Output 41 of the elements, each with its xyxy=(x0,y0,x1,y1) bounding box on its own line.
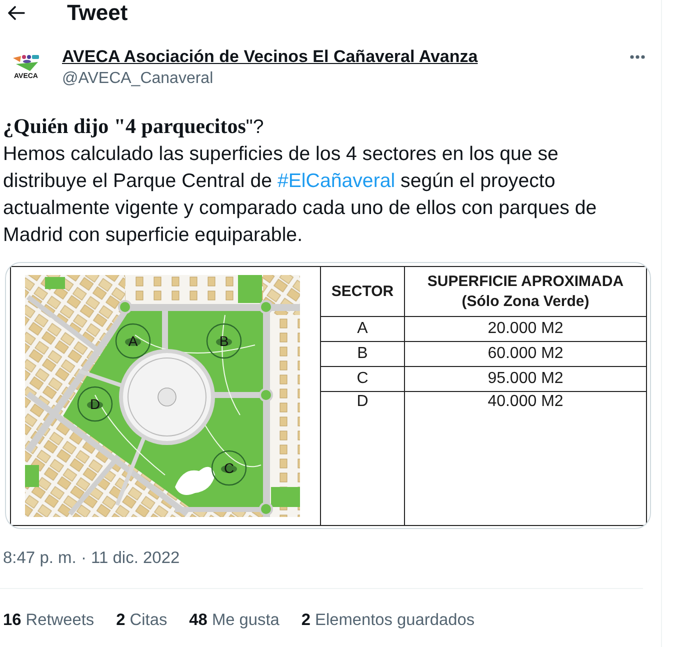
lawn-patch xyxy=(45,277,65,289)
lawn-patch xyxy=(271,487,300,507)
more-icon[interactable] xyxy=(630,55,645,59)
lawn-patch xyxy=(238,275,262,303)
sector-circle xyxy=(115,323,151,359)
author-handle: @AVECA_Canaveral xyxy=(62,69,214,89)
sector-label: B xyxy=(219,333,229,349)
table-cell: 95.000 M2 xyxy=(404,366,646,392)
table-cell: 20.000 M2 xyxy=(404,316,646,342)
sector-label: D xyxy=(90,396,100,412)
sector-label: A xyxy=(128,333,138,349)
stat-link[interactable]: 2 Citas xyxy=(116,609,168,631)
page-title: Tweet xyxy=(67,0,128,25)
timestamp-link[interactable]: 8:47 p. m. · 11 dic. 2022 xyxy=(3,547,180,569)
table-cell: D xyxy=(321,392,404,525)
table-cell: 60.000 M2 xyxy=(404,342,646,366)
table-cell: C xyxy=(321,366,404,392)
stat-link[interactable]: 2 Elementos guardados xyxy=(301,609,475,631)
back-arrow-icon[interactable] xyxy=(7,6,25,20)
lawn-patch xyxy=(25,465,39,487)
table-cell: 40.000 M2 xyxy=(404,392,646,525)
logo-icon xyxy=(12,54,40,72)
table-cell: B xyxy=(321,342,404,366)
column-header: SECTOR xyxy=(321,267,404,316)
column-header: SUPERFICIE APROXIMADA (Sólo Zona Verde) xyxy=(404,267,646,316)
pond xyxy=(175,466,215,495)
sector-circle xyxy=(77,386,113,422)
sector-circle xyxy=(206,323,242,359)
table-cell: A xyxy=(321,316,404,342)
tweet-headline: ¿Quién dijo "4 parquecitos"? xyxy=(3,113,265,140)
sector-circle xyxy=(211,450,247,486)
stat-link[interactable]: 16 Retweets xyxy=(3,609,94,631)
roundabout xyxy=(259,388,273,402)
sector-label: C xyxy=(224,460,234,476)
roundabout xyxy=(259,300,273,314)
stat-link[interactable]: 48 Me gusta xyxy=(189,609,280,631)
tweet-text: Hemos calculado las superficies de los 4 sectores en los que se distribuye el Parque Central de #ElCañaveral según el proyecto actualmente vigente y comparado cada uno de ellos con parques de Madrid con superficie equiparable. xyxy=(3,142,598,248)
roundabout xyxy=(118,300,132,314)
image-card[interactable]: A B D C SECTOR SUPERFICIE APROXIMADA (Sólo Zona Verde) A 20.000 M2 B 60.000 M2 C 95.000 M2 D 40.000 M2 xyxy=(5,262,651,529)
roundabout xyxy=(259,502,273,516)
author-name[interactable]: AVECA Asociación de Vecinos El Cañaveral Avanza xyxy=(62,46,478,68)
